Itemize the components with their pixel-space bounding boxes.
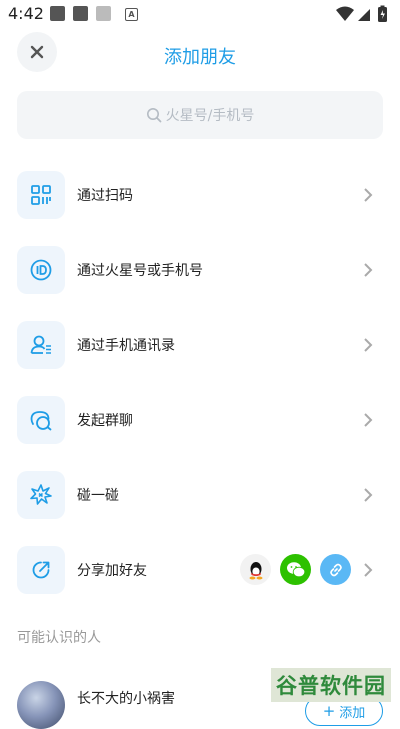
chevron-right-icon [364,413,373,427]
cell-signal-icon [358,9,370,21]
notification-icon [96,6,111,21]
bump-icon [30,484,52,505]
menu-item-group-chat[interactable]: 发起群聊 [17,396,383,444]
add-button-label: 添加 [339,705,366,721]
chevron-right-icon [364,563,373,577]
chevron-right-icon [364,338,373,352]
notification-letter-icon: A [125,8,138,21]
search-input[interactable]: 火星号/手机号 [17,91,383,139]
id-icon [30,259,52,281]
contacts-icon [30,335,51,354]
link-icon[interactable] [320,554,351,585]
search-placeholder: 火星号/手机号 [165,108,255,124]
menu-item-contacts[interactable]: 通过手机通讯录 [17,321,383,369]
menu-item-label: 发起群聊 [77,413,133,429]
group-chat-icon [30,411,52,431]
page-title: 添加朋友 [164,47,236,68]
qq-icon[interactable] [240,554,271,585]
chevron-right-icon [364,188,373,202]
menu-item-share[interactable]: 分享加好友 [17,546,383,594]
status-time: 4:42 [8,4,44,23]
watermark-logo: 谷普软件园 [271,668,391,702]
menu-item-label: 通过扫码 [77,188,133,204]
notification-icon [73,6,88,21]
wechat-icon[interactable] [280,554,311,585]
status-bar: 4:42 A [0,0,400,28]
notification-icon [50,6,65,21]
share-targets [240,554,351,585]
system-status-icons [336,5,387,22]
share-icon [32,561,50,579]
plus-icon: + [322,702,336,720]
menu-item-label: 通过手机通讯录 [77,338,175,354]
chevron-right-icon [364,263,373,277]
wifi-icon [336,6,354,21]
search-icon [146,108,162,123]
chevron-right-icon [364,488,373,502]
avatar[interactable] [17,681,65,729]
menu-item-scan[interactable]: 通过扫码 [17,171,383,219]
menu-item-bump[interactable]: 碰一碰 [17,471,383,519]
menu-item-id-phone[interactable]: 通过火星号或手机号 [17,246,383,294]
qr-code-icon [31,185,51,205]
menu-item-label: 碰一碰 [77,488,119,504]
section-title: 可能认识的人 [17,630,101,646]
suggested-person-name[interactable]: 长不大的小祸害 [77,688,175,708]
menu-item-label: 通过火星号或手机号 [77,263,203,279]
